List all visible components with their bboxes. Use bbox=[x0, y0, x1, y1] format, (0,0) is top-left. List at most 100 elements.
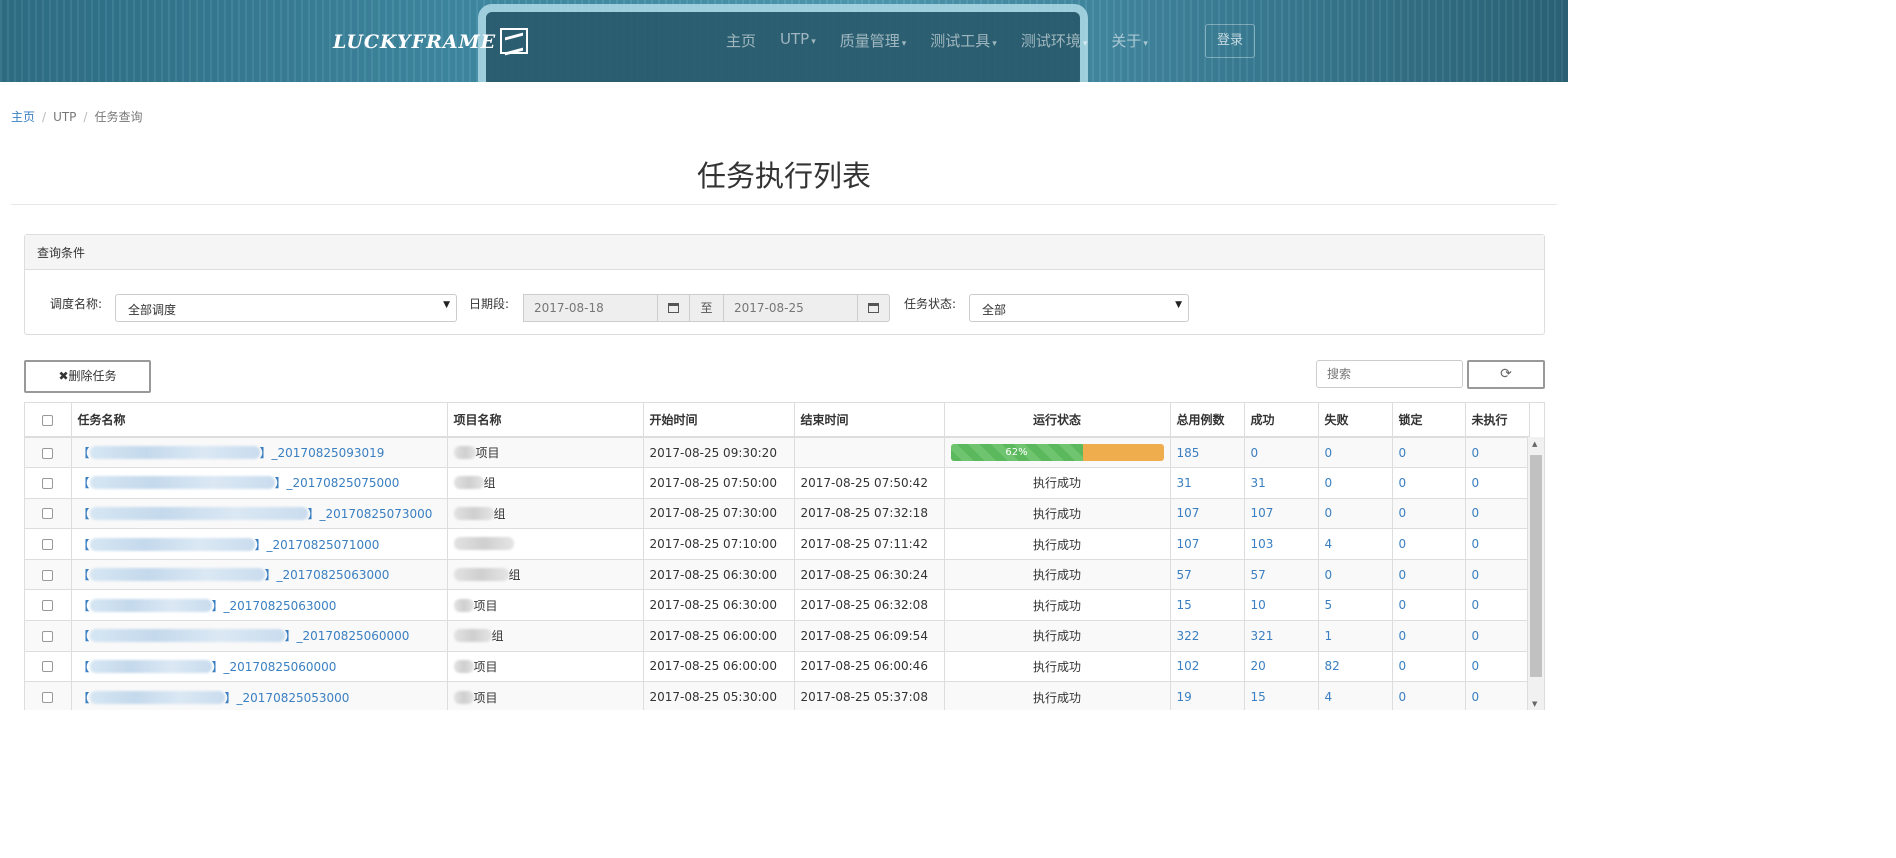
fail-cell[interactable]: 0 bbox=[1318, 467, 1393, 499]
scroll-up-icon[interactable]: ▲ bbox=[1532, 440, 1537, 448]
pending-cell[interactable]: 0 bbox=[1465, 558, 1530, 590]
pending-cell[interactable]: 0 bbox=[1465, 620, 1530, 652]
scrollbar-thumb[interactable] bbox=[1530, 455, 1542, 677]
nav-item[interactable]: 关于 ▾ bbox=[1111, 30, 1148, 51]
task-name-link[interactable]: 【】_20170825093019 bbox=[78, 446, 384, 460]
success-cell[interactable]: 10 bbox=[1244, 589, 1319, 621]
success-cell[interactable]: 20 bbox=[1244, 650, 1319, 682]
total-cases-cell[interactable]: 31 bbox=[1170, 467, 1245, 499]
row-checkbox[interactable] bbox=[25, 528, 72, 560]
nav-item[interactable]: 测试环境 ▾ bbox=[1021, 30, 1088, 51]
total-cases-cell[interactable]: 107 bbox=[1170, 528, 1245, 560]
login-button[interactable]: 登录 bbox=[1205, 24, 1255, 58]
fail-cell[interactable]: 4 bbox=[1318, 681, 1393, 710]
scroll-down-icon[interactable]: ▼ bbox=[1532, 700, 1537, 708]
success-cell[interactable]: 57 bbox=[1244, 558, 1319, 590]
pending-cell[interactable]: 0 bbox=[1465, 436, 1530, 468]
success-cell[interactable]: 15 bbox=[1244, 681, 1319, 710]
column-header[interactable]: 失败 bbox=[1318, 403, 1393, 438]
success-cell[interactable]: 31 bbox=[1244, 467, 1319, 499]
row-checkbox[interactable] bbox=[25, 436, 72, 468]
lock-cell[interactable]: 0 bbox=[1392, 589, 1466, 621]
lock-cell[interactable]: 0 bbox=[1392, 436, 1466, 468]
fail-cell[interactable]: 1 bbox=[1318, 620, 1393, 652]
logo[interactable]: LUCKYFRAME bbox=[333, 28, 529, 54]
lock-cell[interactable]: 0 bbox=[1392, 467, 1466, 499]
task-name-cell[interactable]: 【】_20170825053000 bbox=[71, 681, 448, 710]
success-cell[interactable]: 103 bbox=[1244, 528, 1319, 560]
calendar-icon[interactable] bbox=[657, 294, 690, 322]
column-header[interactable]: 锁定 bbox=[1392, 403, 1466, 438]
task-name-link[interactable]: 【】_20170825073000 bbox=[78, 506, 432, 521]
date-to-input[interactable]: 2017-08-25 bbox=[723, 294, 858, 322]
task-name-cell[interactable]: 【】_20170825075000 bbox=[71, 467, 448, 499]
row-checkbox[interactable] bbox=[25, 650, 72, 682]
pending-cell[interactable]: 0 bbox=[1465, 497, 1530, 529]
column-header[interactable]: 项目名称 bbox=[447, 403, 644, 438]
total-cases-cell[interactable]: 107 bbox=[1170, 497, 1245, 529]
total-cases-cell[interactable]: 102 bbox=[1170, 650, 1245, 682]
task-name-link[interactable]: 【】_20170825060000 bbox=[78, 629, 409, 643]
row-checkbox[interactable] bbox=[25, 681, 72, 710]
success-cell[interactable]: 0 bbox=[1244, 436, 1319, 468]
column-header[interactable]: 运行状态 bbox=[944, 403, 1171, 438]
select-all-checkbox[interactable] bbox=[25, 403, 72, 438]
schedule-select[interactable]: 全部调度 ▼ bbox=[115, 294, 457, 322]
lock-cell[interactable]: 0 bbox=[1392, 528, 1466, 560]
lock-cell[interactable]: 0 bbox=[1392, 497, 1466, 529]
column-header[interactable]: 总用例数 bbox=[1170, 403, 1245, 438]
row-checkbox[interactable] bbox=[25, 620, 72, 652]
task-name-cell[interactable]: 【】_20170825071000 bbox=[71, 528, 448, 560]
fail-cell[interactable]: 0 bbox=[1318, 497, 1393, 529]
delete-task-button[interactable]: ✖删除任务 bbox=[24, 360, 151, 393]
task-name-cell[interactable]: 【】_20170825063000 bbox=[71, 589, 448, 621]
task-name-link[interactable]: 【】_20170825075000 bbox=[78, 476, 399, 490]
breadcrumb-home[interactable]: 主页 bbox=[11, 110, 35, 124]
task-name-cell[interactable]: 【】_20170825073000 bbox=[71, 497, 448, 529]
pending-cell[interactable]: 0 bbox=[1465, 650, 1530, 682]
success-cell[interactable]: 107 bbox=[1244, 497, 1319, 529]
status-select[interactable]: 全部 ▼ bbox=[969, 294, 1189, 322]
date-from-input[interactable]: 2017-08-18 bbox=[523, 294, 658, 322]
nav-item[interactable]: 测试工具 ▾ bbox=[930, 30, 997, 51]
table-scrollbar[interactable]: ▲ ▼ bbox=[1527, 437, 1544, 710]
lock-cell[interactable]: 0 bbox=[1392, 650, 1466, 682]
task-name-link[interactable]: 【】_20170825060000 bbox=[78, 659, 336, 674]
pending-cell[interactable]: 0 bbox=[1465, 528, 1530, 560]
row-checkbox[interactable] bbox=[25, 558, 72, 590]
task-name-cell[interactable]: 【】_20170825093019 bbox=[71, 436, 448, 468]
row-checkbox[interactable] bbox=[25, 589, 72, 621]
task-name-cell[interactable]: 【】_20170825060000 bbox=[71, 650, 448, 682]
task-name-link[interactable]: 【】_20170825053000 bbox=[78, 690, 349, 705]
fail-cell[interactable]: 82 bbox=[1318, 650, 1393, 682]
nav-item[interactable]: 质量管理 ▾ bbox=[840, 30, 907, 51]
task-name-cell[interactable]: 【】_20170825060000 bbox=[71, 620, 448, 652]
total-cases-cell[interactable]: 15 bbox=[1170, 589, 1245, 621]
column-header[interactable]: 开始时间 bbox=[643, 403, 795, 438]
task-name-link[interactable]: 【】_20170825063000 bbox=[78, 568, 389, 582]
row-checkbox[interactable] bbox=[25, 497, 72, 529]
fail-cell[interactable]: 5 bbox=[1318, 589, 1393, 621]
success-cell[interactable]: 321 bbox=[1244, 620, 1319, 652]
column-header[interactable]: 任务名称 bbox=[71, 403, 448, 438]
lock-cell[interactable]: 0 bbox=[1392, 620, 1466, 652]
fail-cell[interactable]: 0 bbox=[1318, 436, 1393, 468]
total-cases-cell[interactable]: 185 bbox=[1170, 436, 1245, 468]
fail-cell[interactable]: 0 bbox=[1318, 558, 1393, 590]
task-name-link[interactable]: 【】_20170825063000 bbox=[78, 598, 336, 613]
search-input[interactable] bbox=[1316, 360, 1463, 388]
row-checkbox[interactable] bbox=[25, 467, 72, 499]
refresh-button[interactable]: ⟳ bbox=[1467, 360, 1545, 389]
column-header[interactable]: 未执行 bbox=[1465, 403, 1530, 438]
task-name-cell[interactable]: 【】_20170825063000 bbox=[71, 558, 448, 590]
column-header[interactable]: 结束时间 bbox=[794, 403, 945, 438]
pending-cell[interactable]: 0 bbox=[1465, 681, 1530, 710]
nav-item[interactable]: UTP ▾ bbox=[780, 30, 816, 51]
nav-item[interactable]: 主页 bbox=[726, 30, 756, 51]
task-name-link[interactable]: 【】_20170825071000 bbox=[78, 537, 379, 552]
pending-cell[interactable]: 0 bbox=[1465, 467, 1530, 499]
calendar-icon[interactable] bbox=[857, 294, 890, 322]
pending-cell[interactable]: 0 bbox=[1465, 589, 1530, 621]
lock-cell[interactable]: 0 bbox=[1392, 558, 1466, 590]
total-cases-cell[interactable]: 57 bbox=[1170, 558, 1245, 590]
